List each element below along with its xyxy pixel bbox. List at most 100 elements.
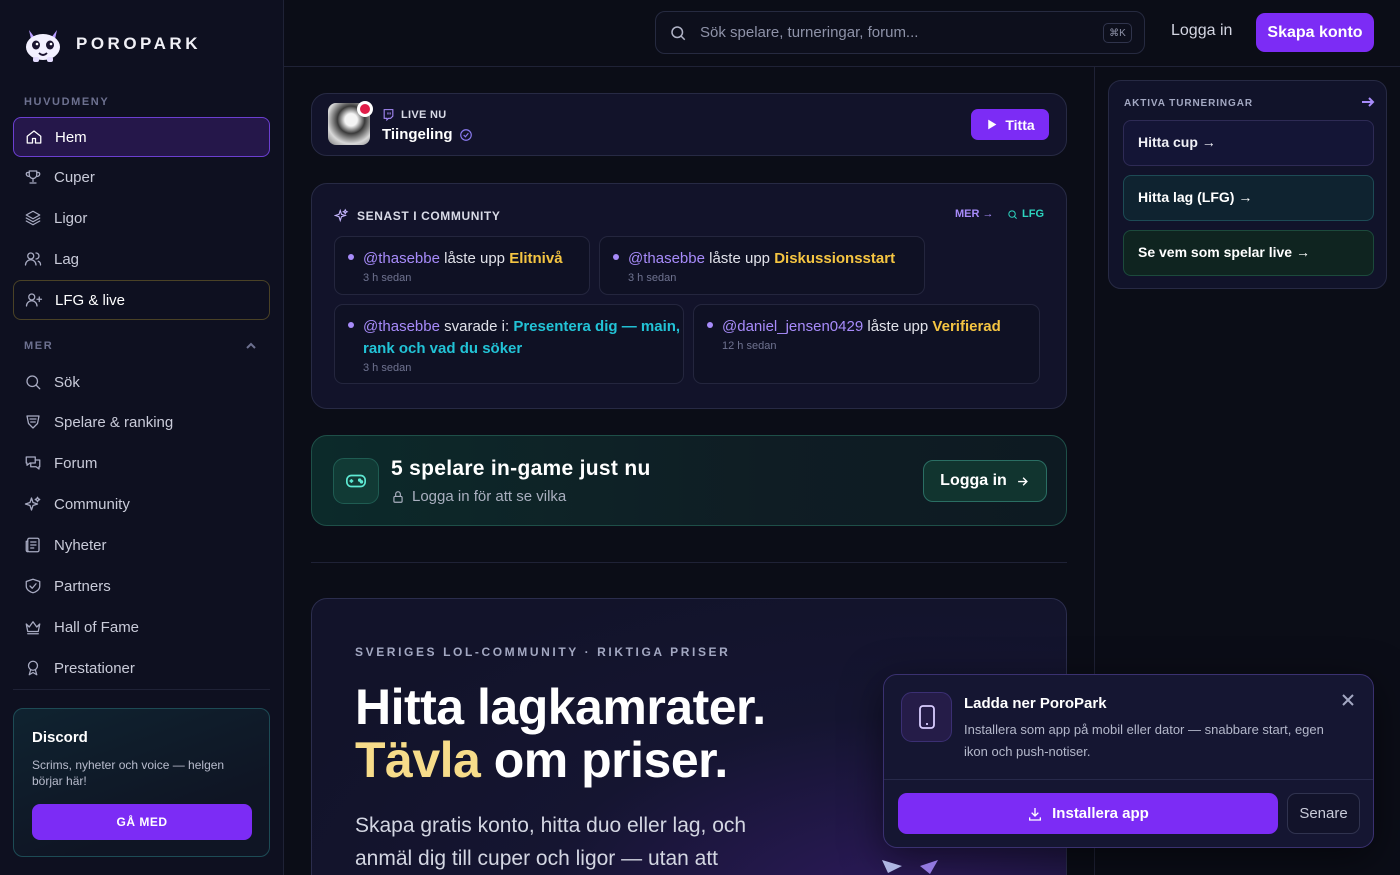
handshake-icon	[25, 578, 41, 594]
lfg-label: LFG	[1022, 208, 1044, 220]
crown-icon	[25, 621, 41, 635]
nav-label: Lag	[54, 250, 80, 268]
watch-stream-button[interactable]: Titta	[971, 109, 1049, 140]
hero-line-1: Hitta lagkamrater.	[355, 679, 766, 735]
nav-item-teams[interactable]: Lag	[13, 239, 270, 279]
activity-target: Verifierad	[932, 318, 1001, 335]
in-game-login-label: Logga in	[940, 472, 1007, 489]
activity-user[interactable]: @thasebbe	[628, 250, 705, 267]
signup-button[interactable]: Skapa konto	[1256, 13, 1374, 52]
nav-label: Community	[54, 495, 130, 513]
nav-label: Sök	[54, 373, 80, 391]
nav-label: Spelare & ranking	[54, 413, 174, 431]
community-lfg-link[interactable]: LFG	[1007, 208, 1044, 220]
phone-icon	[901, 692, 952, 742]
hero-line-2: om priser.	[480, 732, 729, 788]
nav-item-forum[interactable]: Forum	[13, 443, 270, 483]
community-heading: SENAST I COMMUNITY	[334, 208, 500, 223]
poro-logo-icon	[26, 30, 60, 62]
activity-user[interactable]: @daniel_jensen0429	[722, 318, 863, 335]
activity-item[interactable]: @thasebbe svarade i: Presentera dig — ma…	[334, 304, 684, 384]
nav-label: Partners	[54, 577, 111, 595]
user-plus-icon	[25, 293, 43, 307]
install-app-button[interactable]: Installera app	[898, 793, 1278, 834]
activity-time: 3 h sedan	[363, 272, 412, 284]
download-icon	[1029, 807, 1042, 821]
activity-verb: låste upp	[867, 318, 929, 335]
see-who-is-live-link[interactable]: Se vem som spelar live →	[1123, 230, 1374, 276]
activity-item[interactable]: @thasebbe låste upp Elitnivå 3 h sedan	[334, 236, 590, 295]
nav-item-home[interactable]: Hem	[13, 117, 270, 157]
active-tournaments-title: AKTIVA TURNERINGAR	[1124, 98, 1253, 109]
activity-user[interactable]: @thasebbe	[363, 318, 440, 335]
nav-item-lfg-live[interactable]: LFG & live	[13, 280, 270, 320]
topbar: ⌘K Logga in Skapa konto	[284, 0, 1400, 67]
login-link[interactable]: Logga in	[1171, 22, 1232, 40]
arrow-right-icon[interactable]	[1361, 95, 1375, 109]
community-more-link[interactable]: MER →	[955, 208, 994, 220]
chevron-up-icon[interactable]	[244, 339, 258, 353]
search-icon	[26, 375, 41, 390]
logo[interactable]: POROPARK	[22, 24, 201, 64]
in-game-subtitle-text: Logga in för att se vilka	[412, 488, 567, 505]
nav-item-search[interactable]: Sök	[13, 362, 270, 402]
lock-icon	[393, 490, 403, 503]
later-button[interactable]: Senare	[1287, 793, 1360, 834]
nav-item-achievements[interactable]: Prestationer	[13, 648, 270, 688]
activity-user[interactable]: @thasebbe	[363, 250, 440, 267]
nav-item-leagues[interactable]: Ligor	[13, 198, 270, 238]
search-input[interactable]	[700, 12, 1080, 53]
nav-item-news[interactable]: Nyheter	[13, 525, 270, 565]
global-search[interactable]: ⌘K	[655, 11, 1145, 54]
hero-paragraph: Skapa gratis konto, hitta duo eller lag,…	[355, 814, 747, 870]
discord-title: Discord	[32, 729, 88, 746]
close-icon[interactable]	[1340, 692, 1356, 708]
activity-text: @daniel_jensen0429 låste upp Verifierad	[722, 316, 1039, 338]
trophy-icon	[25, 170, 41, 184]
nav-item-players-ranking[interactable]: Spelare & ranking	[13, 402, 270, 442]
award-icon	[27, 660, 39, 676]
activity-target: Elitnivå	[509, 250, 563, 267]
in-game-count-title: 5 spelare in-game just nu	[391, 457, 651, 480]
activity-verb: låste upp	[709, 250, 771, 267]
nav-item-cups[interactable]: Cuper	[13, 157, 270, 197]
install-button-label: Installera app	[1052, 805, 1149, 822]
nav-item-hall-of-fame[interactable]: Hall of Fame	[13, 607, 270, 647]
section-divider	[311, 562, 1067, 563]
activity-item[interactable]: @thasebbe låste upp Diskussionsstart 3 h…	[599, 236, 925, 295]
discord-join-button[interactable]: GÅ MED	[32, 804, 252, 840]
activity-text: @thasebbe låste upp Elitnivå	[363, 248, 589, 270]
sidebar-divider	[13, 689, 270, 690]
users-icon	[24, 252, 42, 266]
activity-item[interactable]: @daniel_jensen0429 låste upp Verifierad …	[693, 304, 1040, 384]
activity-time: 3 h sedan	[628, 272, 677, 284]
install-description: Installera som app på mobil eller dator …	[964, 722, 1324, 759]
watch-label: Titta	[1005, 116, 1035, 133]
discord-description: Scrims, nyheter och voice — helgen börja…	[32, 758, 225, 788]
live-label-text: LIVE NU	[401, 108, 447, 121]
nav-label: Ligor	[54, 209, 88, 227]
nav-label: Hem	[55, 128, 87, 146]
streamer-name-text: Tiingeling	[382, 126, 453, 143]
main-menu-title: HUVUDMENY	[24, 96, 110, 108]
nav-label: Prestationer	[54, 659, 135, 677]
sparkles-icon	[334, 208, 349, 223]
hero-accent-word: Tävla	[355, 732, 481, 788]
nav-item-partners[interactable]: Partners	[13, 566, 270, 606]
ranking-icon	[26, 415, 40, 429]
in-game-login-button[interactable]: Logga in	[923, 460, 1047, 502]
streamer-name[interactable]: Tiingeling	[382, 126, 473, 143]
find-team-lfg-link[interactable]: Hitta lag (LFG) →	[1123, 175, 1374, 221]
nav-label: Cuper	[54, 168, 95, 186]
community-title: SENAST I COMMUNITY	[357, 208, 501, 223]
app-root: POROPARK HUVUDMENY Hem Cuper Ligor Lag L…	[0, 0, 1400, 875]
community-feed-card: SENAST I COMMUNITY MER → LFG @thasebbe l…	[311, 183, 1067, 409]
activity-verb: låste upp	[444, 250, 506, 267]
sidebar: POROPARK HUVUDMENY Hem Cuper Ligor Lag L…	[0, 0, 284, 875]
activity-target: Diskussionsstart	[774, 250, 896, 267]
nav-label: Hall of Fame	[54, 618, 140, 636]
install-title: Ladda ner PoroPark	[964, 695, 1107, 712]
newspaper-icon	[25, 537, 40, 553]
find-cup-link[interactable]: Hitta cup →	[1123, 120, 1374, 166]
nav-item-community[interactable]: Community	[13, 484, 270, 524]
